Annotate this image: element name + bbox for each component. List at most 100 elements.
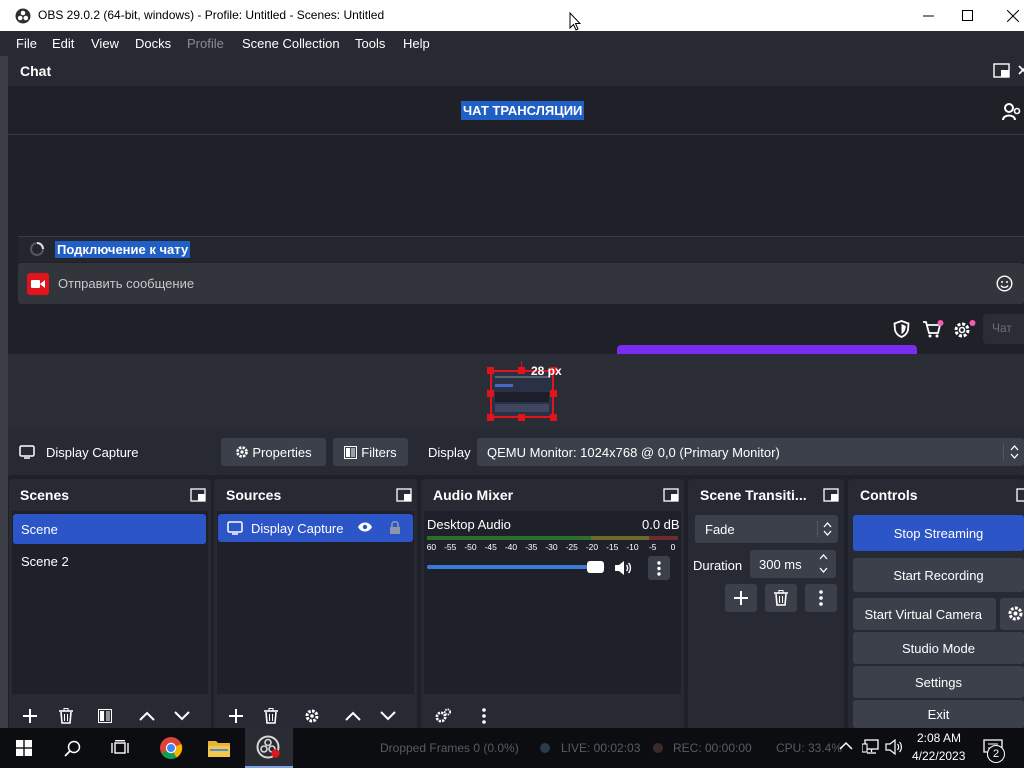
speaker-icon[interactable] [614,560,632,576]
move-scene-down-button[interactable] [167,703,197,729]
live-dot-icon [539,742,551,754]
audio-more-button[interactable] [469,703,499,729]
trash-icon [59,708,73,724]
audio-advanced-button[interactable] [428,703,458,729]
menu-profile[interactable]: Profile [187,36,224,51]
dock-float-icon[interactable] [1016,488,1024,502]
obs-taskbar-button[interactable] [245,728,293,768]
chat-send-button[interactable]: Чат [983,314,1024,344]
properties-button[interactable]: Properties [221,438,326,466]
emoji-icon[interactable] [996,275,1013,292]
source-properties-button[interactable] [297,703,327,729]
transition-menu-button[interactable] [805,584,837,612]
dock-float-icon[interactable] [993,63,1010,78]
studio-mode-button[interactable]: Studio Mode [853,632,1024,664]
properties-label: Properties [252,444,312,460]
display-select[interactable]: QEMU Monitor: 1024x768 @ 0,0 (Primary Mo… [477,438,1024,466]
menu-file[interactable]: File [16,36,37,51]
chevron-up-icon [139,711,155,721]
filters-button[interactable]: Filters [333,438,408,466]
menu-docks[interactable]: Docks [135,36,171,51]
purple-bar [617,345,917,354]
resize-handle[interactable] [518,414,525,421]
chevron-up-icon[interactable] [839,741,853,751]
remove-transition-button[interactable] [765,584,797,612]
resize-handle[interactable] [487,390,494,397]
loading-spinner-icon [29,241,45,257]
virtual-camera-settings-button[interactable] [1000,598,1024,630]
scene-item[interactable]: Scene 2 [13,546,206,576]
dropped-frames-status: Dropped Frames 0 (0.0%) [380,741,519,755]
sources-dock: Sources Display Capture [214,479,417,728]
move-source-up-button[interactable] [338,703,368,729]
cart-icon[interactable] [922,319,944,339]
lock-icon[interactable] [389,520,401,535]
add-source-button[interactable] [221,703,251,729]
taskbar-date[interactable]: 4/22/2023 [912,749,965,763]
menu-bar: File Edit View Docks Profile Scene Colle… [0,31,1024,56]
exit-button[interactable]: Exit [853,700,1024,728]
scenes-title: Scenes [20,487,70,503]
scene-item[interactable]: Scene [13,514,206,544]
close-button[interactable] [990,0,1024,31]
scene-filters-button[interactable] [90,703,120,729]
resize-handle[interactable] [518,367,525,374]
audio-scale-tick: -55 [444,542,457,552]
search-button[interactable] [48,728,96,768]
trash-icon [264,708,278,724]
resize-handle[interactable] [550,414,557,421]
resize-handle[interactable] [487,414,494,421]
remove-scene-button[interactable] [51,703,81,729]
settings-button[interactable]: Settings [853,666,1024,698]
chrome-taskbar-button[interactable] [148,728,194,768]
resize-handle[interactable] [550,390,557,397]
resize-handle[interactable] [487,367,494,374]
stop-streaming-button[interactable]: Stop Streaming [853,515,1024,551]
dock-float-icon[interactable] [663,488,679,502]
menu-edit[interactable]: Edit [52,36,74,51]
transition-select[interactable]: Fade [695,515,838,543]
window-left-edge [0,56,8,728]
dock-close-icon[interactable] [1018,65,1024,75]
start-recording-button[interactable]: Start Recording [853,558,1024,592]
menu-scene-collection[interactable]: Scene Collection [242,36,340,51]
camera-icon[interactable] [27,273,49,295]
maximize-button[interactable] [944,0,990,31]
add-scene-button[interactable] [15,703,45,729]
duration-spinbox[interactable]: 300 ms [750,550,836,578]
task-view-button[interactable] [96,728,144,768]
menu-view[interactable]: View [91,36,119,51]
dock-float-icon[interactable] [190,488,206,502]
chevron-down-icon [380,711,396,721]
start-button[interactable] [0,728,48,768]
explorer-taskbar-button[interactable] [196,728,242,768]
rec-status: REC: 00:00:00 [673,741,752,755]
chevron-updown-icon [1010,444,1019,460]
move-scene-up-button[interactable] [132,703,162,729]
start-virtual-camera-button[interactable]: Start Virtual Camera [853,598,996,630]
eye-icon[interactable] [357,521,373,533]
volume-slider[interactable] [427,561,605,573]
audio-menu-button[interactable] [648,556,670,580]
volume-icon[interactable] [885,739,903,755]
more-vertical-icon [657,561,661,576]
remove-source-button[interactable] [256,703,286,729]
menu-help[interactable]: Help [403,36,430,51]
scenes-dock: Scenes Scene Scene 2 [9,479,211,728]
users-icon[interactable] [1002,103,1022,121]
shield-icon[interactable] [893,320,910,338]
move-source-down-button[interactable] [373,703,403,729]
start-virtual-camera-label: Start Virtual Camera [864,606,982,622]
spin-up-icon[interactable] [819,553,828,560]
dock-float-icon[interactable] [823,488,839,502]
dock-float-icon[interactable] [396,488,412,502]
spin-down-icon[interactable] [819,567,828,574]
source-item[interactable]: Display Capture [218,514,413,542]
settings-gear-icon[interactable] [953,319,977,339]
network-icon[interactable] [862,739,880,755]
add-transition-button[interactable] [725,584,757,612]
duration-label: Duration [693,558,743,573]
menu-tools[interactable]: Tools [355,36,385,51]
audio-scale-tick: -15 [606,542,619,552]
taskbar-time[interactable]: 2:08 AM [917,731,961,745]
